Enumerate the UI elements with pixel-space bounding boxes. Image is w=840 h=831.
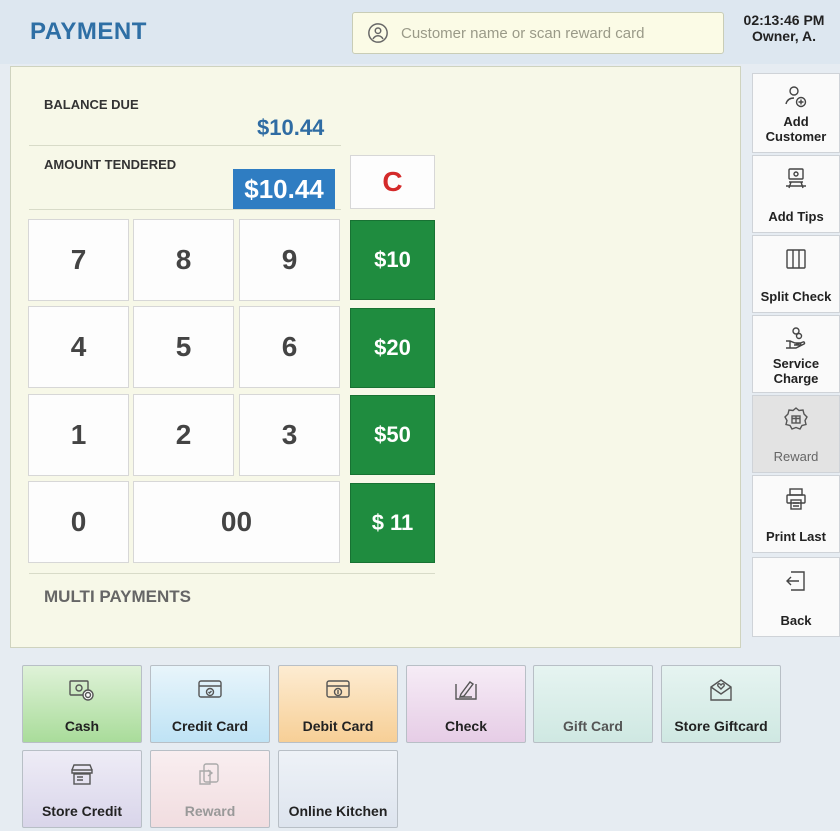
key-00[interactable]: 00 <box>133 481 340 563</box>
add-tips-label: Add Tips <box>768 209 824 224</box>
debit-card-label: Debit Card <box>302 718 374 734</box>
key-7[interactable]: 7 <box>28 219 129 301</box>
debit-card-button[interactable]: Debit Card <box>278 665 398 743</box>
check-label: Check <box>444 718 488 734</box>
cash-label: Cash <box>64 718 100 734</box>
balance-due-value: $10.44 <box>257 115 325 140</box>
debit-card-icon <box>326 680 350 698</box>
add-user-icon <box>785 86 807 108</box>
key-0[interactable]: 0 <box>28 481 129 563</box>
action-sidebar: Add Customer Add Tips Split Check Servic… <box>742 66 840 648</box>
user-circle-icon <box>368 23 388 43</box>
add-tips-button[interactable]: Add Tips <box>752 155 840 233</box>
multi-payments-label: MULTI PAYMENTS <box>44 587 192 606</box>
reward-payment-label: Reward <box>184 803 236 819</box>
split-columns-icon <box>786 249 806 269</box>
customer-search-input[interactable] <box>401 24 711 42</box>
printer-icon <box>786 488 806 510</box>
divider <box>29 209 341 210</box>
key-5[interactable]: 5 <box>133 306 234 388</box>
check-button[interactable]: Check <box>406 665 526 743</box>
balance-due-label: BALANCE DUE <box>44 97 139 112</box>
clear-button[interactable]: C <box>350 155 435 209</box>
store-credit-label: Store Credit <box>41 803 123 819</box>
page-title: PAYMENT <box>30 18 147 45</box>
store-giftcard-label: Store Giftcard <box>674 718 768 734</box>
store-giftcard-button[interactable]: Store Giftcard <box>661 665 781 743</box>
amount-tendered-value[interactable]: $10.44 <box>233 169 335 209</box>
credit-card-icon <box>198 680 222 698</box>
back-button[interactable]: Back <box>752 557 840 637</box>
key-8[interactable]: 8 <box>133 219 234 301</box>
clock-user: 02:13:46 PM Owner, A. <box>728 12 840 44</box>
hand-coins-icon <box>786 327 806 349</box>
online-kitchen-label: Online Kitchen <box>288 803 388 819</box>
key-3[interactable]: 3 <box>239 394 340 476</box>
current-time: 02:13:46 PM <box>743 12 825 28</box>
reward-button[interactable]: Reward <box>752 395 840 473</box>
online-kitchen-button[interactable]: Online Kitchen <box>278 750 398 828</box>
quick-amount-50-button[interactable]: $50 <box>350 395 435 475</box>
amount-tendered-label: AMOUNT TENDERED <box>44 157 177 172</box>
key-6[interactable]: 6 <box>239 306 340 388</box>
check-pen-icon <box>455 681 477 700</box>
print-last-button[interactable]: Print Last <box>752 475 840 553</box>
service-charge-button[interactable]: Service Charge <box>752 315 840 393</box>
customer-search[interactable] <box>352 12 724 54</box>
store-credit-icon <box>71 764 93 785</box>
store-giftcard-icon <box>710 679 732 701</box>
divider <box>29 145 341 146</box>
tip-money-icon <box>786 168 806 189</box>
gift-card-label: Gift Card <box>563 718 623 734</box>
header-bar: PAYMENT 02:13:46 PM Owner, A. <box>0 0 840 64</box>
payment-methods: Cash Credit Card Debit Card Check Gift C… <box>0 652 840 831</box>
key-1[interactable]: 1 <box>28 394 129 476</box>
service-charge-label: Service Charge <box>772 356 820 386</box>
cash-button[interactable]: Cash <box>22 665 142 743</box>
cash-icon <box>69 680 94 701</box>
key-4[interactable]: 4 <box>28 306 129 388</box>
divider <box>29 573 435 574</box>
current-user: Owner, A. <box>751 28 817 44</box>
key-9[interactable]: 9 <box>239 219 340 301</box>
store-credit-button[interactable]: Store Credit <box>22 750 142 828</box>
key-2[interactable]: 2 <box>133 394 234 476</box>
quick-amount-20-button[interactable]: $20 <box>350 308 435 388</box>
credit-card-button[interactable]: Credit Card <box>150 665 270 743</box>
reward-label: Reward <box>773 449 819 464</box>
quick-amount-exact-button[interactable]: $ 11 <box>350 483 435 563</box>
reward-icon <box>199 763 219 785</box>
split-check-label: Split Check <box>760 289 832 304</box>
gift-card-button[interactable]: Gift Card <box>533 665 653 743</box>
reward-payment-button[interactable]: Reward <box>150 750 270 828</box>
add-customer-label: Add Customer <box>765 114 827 144</box>
back-arrow-icon <box>786 571 805 591</box>
credit-card-label: Credit Card <box>171 718 249 734</box>
payment-panel: BALANCE DUE $10.44 AMOUNT TENDERED $10.4… <box>10 66 741 648</box>
gift-badge-icon <box>784 407 808 430</box>
add-customer-button[interactable]: Add Customer <box>752 73 840 153</box>
split-check-button[interactable]: Split Check <box>752 235 840 313</box>
back-label: Back <box>780 613 812 628</box>
print-last-label: Print Last <box>766 529 826 544</box>
quick-amount-10-button[interactable]: $10 <box>350 220 435 300</box>
